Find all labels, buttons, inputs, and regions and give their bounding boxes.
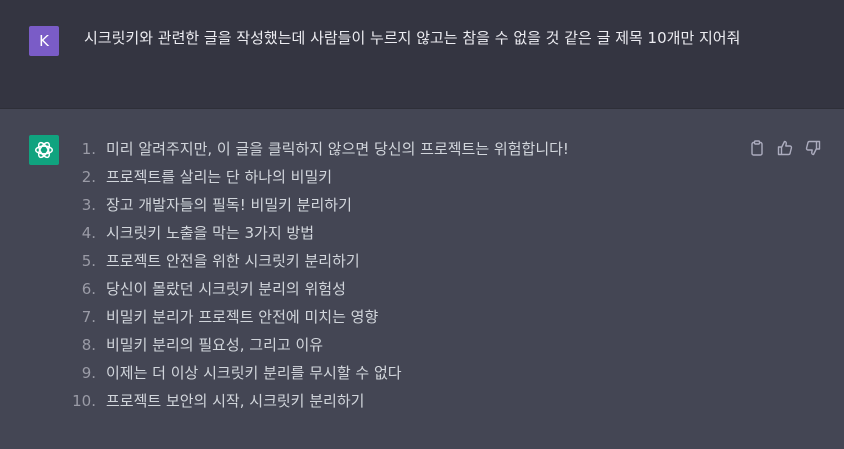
list-item-text: 비밀키 분리의 필요성, 그리고 이유 bbox=[106, 336, 324, 354]
list-item-text: 프로젝트를 살리는 단 하나의 비밀키 bbox=[106, 168, 333, 186]
list-item-number: 5. bbox=[81, 252, 96, 270]
list-item: 6. 당신이 몰랐던 시크릿키 분리의 위험성 bbox=[66, 275, 569, 303]
list-item-number: 9. bbox=[81, 364, 96, 382]
list-item-text: 미리 알려주지만, 이 글을 클릭하지 않으면 당신의 프로젝트는 위험합니다! bbox=[106, 140, 569, 158]
message-actions bbox=[746, 137, 824, 159]
assistant-message-row: 1. 미리 알려주지만, 이 글을 클릭하지 않으면 당신의 프로젝트는 위험합니… bbox=[0, 109, 844, 449]
list-item: 4. 시크릿키 노출을 막는 3가지 방법 bbox=[66, 219, 569, 247]
thumbs-down-icon bbox=[805, 140, 821, 156]
list-item-number: 3. bbox=[81, 196, 96, 214]
assistant-avatar bbox=[29, 135, 59, 165]
user-avatar: K bbox=[29, 26, 59, 56]
thumbs-up-button[interactable] bbox=[774, 137, 796, 159]
openai-logo-icon bbox=[35, 141, 53, 159]
clipboard-icon bbox=[751, 140, 763, 156]
list-item-text: 이제는 더 이상 시크릿키 분리를 무시할 수 없다 bbox=[106, 364, 402, 382]
list-item-number: 1. bbox=[81, 140, 96, 158]
list-item-text: 당신이 몰랐던 시크릿키 분리의 위험성 bbox=[106, 280, 346, 298]
user-message-row: K 시크릿키와 관련한 글을 작성했는데 사람들이 누르지 않고는 참을 수 없… bbox=[0, 0, 844, 109]
list-item: 10. 프로젝트 보안의 시작, 시크릿키 분리하기 bbox=[66, 387, 569, 415]
list-item: 3. 장고 개발자들의 필독! 비밀키 분리하기 bbox=[66, 191, 569, 219]
list-item-number: 7. bbox=[81, 308, 96, 326]
title-suggestion-list: 1. 미리 알려주지만, 이 글을 클릭하지 않으면 당신의 프로젝트는 위험합니… bbox=[66, 135, 569, 415]
list-item: 8. 비밀키 분리의 필요성, 그리고 이유 bbox=[66, 331, 569, 359]
copy-button[interactable] bbox=[746, 137, 768, 159]
list-item-text: 비밀키 분리가 프로젝트 안전에 미치는 영향 bbox=[106, 308, 379, 326]
list-item-number: 8. bbox=[81, 336, 96, 354]
list-item-number: 6. bbox=[81, 280, 96, 298]
list-item: 9. 이제는 더 이상 시크릿키 분리를 무시할 수 없다 bbox=[66, 359, 569, 387]
user-message-text: 시크릿키와 관련한 글을 작성했는데 사람들이 누르지 않고는 참을 수 없을 … bbox=[84, 29, 741, 47]
list-item-number: 10. bbox=[72, 392, 96, 410]
list-item-text: 시크릿키 노출을 막는 3가지 방법 bbox=[106, 224, 315, 242]
list-item-text: 프로젝트 보안의 시작, 시크릿키 분리하기 bbox=[106, 392, 365, 410]
list-item-number: 4. bbox=[81, 224, 96, 242]
list-item: 5. 프로젝트 안전을 위한 시크릿키 분리하기 bbox=[66, 247, 569, 275]
list-item-text: 장고 개발자들의 필독! 비밀키 분리하기 bbox=[106, 196, 352, 214]
list-item-number: 2. bbox=[81, 168, 96, 186]
list-item-text: 프로젝트 안전을 위한 시크릿키 분리하기 bbox=[106, 252, 360, 270]
list-item: 7. 비밀키 분리가 프로젝트 안전에 미치는 영향 bbox=[66, 303, 569, 331]
list-item: 2. 프로젝트를 살리는 단 하나의 비밀키 bbox=[66, 163, 569, 191]
list-item: 1. 미리 알려주지만, 이 글을 클릭하지 않으면 당신의 프로젝트는 위험합니… bbox=[66, 135, 569, 163]
thumbs-down-button[interactable] bbox=[802, 137, 824, 159]
thumbs-up-icon bbox=[777, 140, 793, 156]
